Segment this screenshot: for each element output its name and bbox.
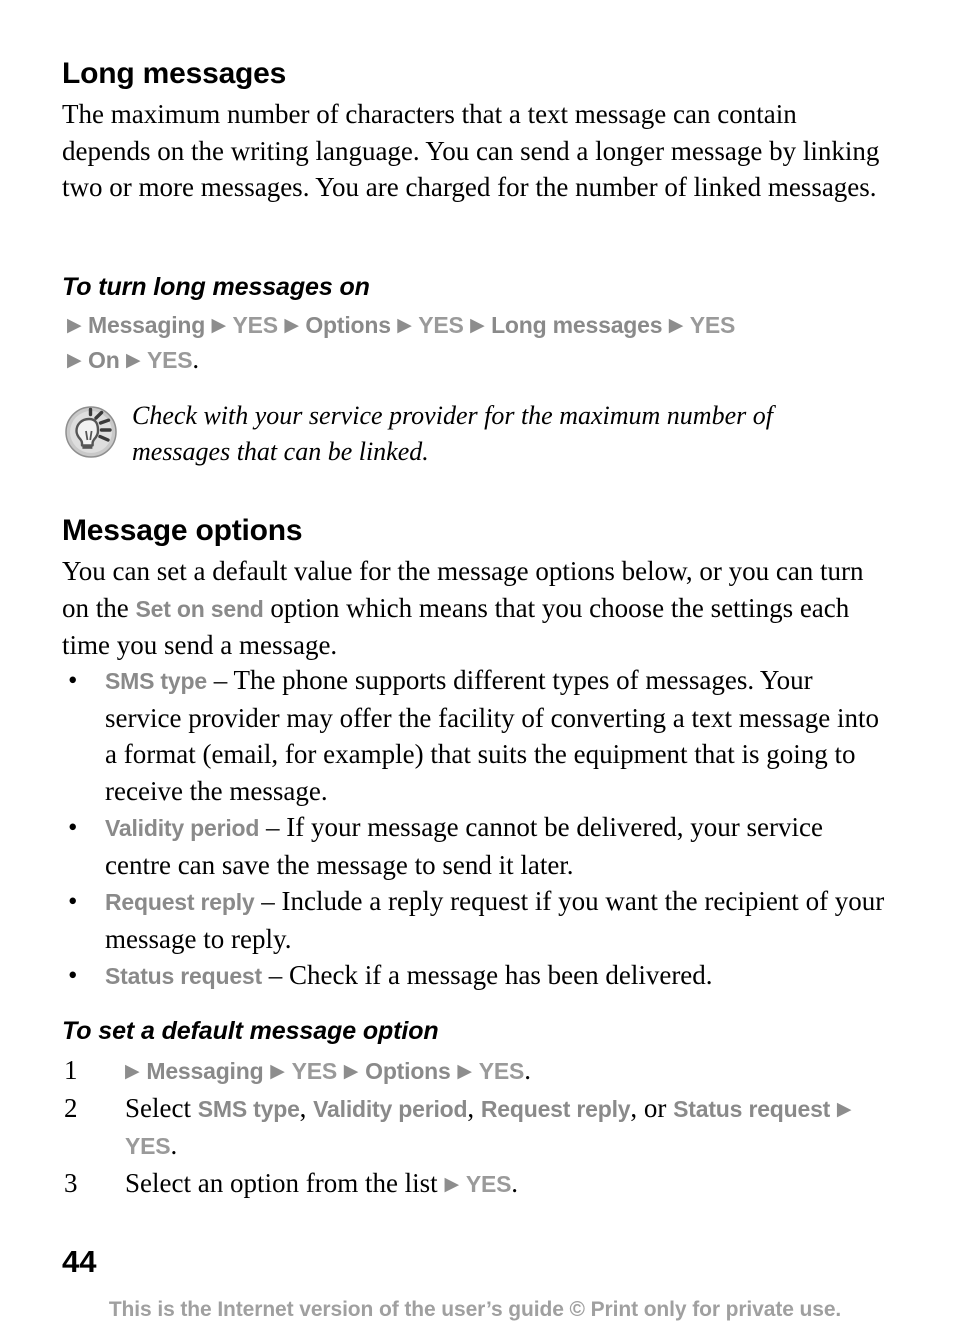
nav-path-period: . — [192, 344, 200, 374]
procedure-step: 2 Select SMS type, Validity period, Requ… — [62, 1090, 888, 1165]
procedure-step-list: 1 ▶ Messaging ▶ YES ▶ Options ▶ YES. 2 S… — [62, 1052, 888, 1202]
section-heading-long-messages: Long messages — [62, 57, 287, 90]
ui-term-sms-type: SMS type — [197, 1095, 300, 1122]
step-number: 1 — [64, 1055, 78, 1085]
ui-term-request-reply: Request reply — [480, 1095, 631, 1122]
nav-term-options: Options — [365, 1058, 451, 1084]
list-item-description: Check if a message has been delivered. — [288, 960, 713, 990]
bullet-icon: • — [68, 665, 78, 695]
procedure-step: 3 Select an option from the list ▶ YES. — [62, 1165, 888, 1203]
ui-term-set-on-send: Set on send — [135, 595, 264, 622]
ui-term-status-request: Status request — [105, 963, 262, 989]
en-dash: – — [268, 960, 283, 990]
footer-note: This is the Internet version of the user… — [108, 1298, 842, 1321]
en-dash: – — [261, 886, 275, 916]
nav-term-yes: YES — [478, 1058, 525, 1084]
list-item: • Status request – Check if a message has… — [62, 957, 888, 995]
chevron-right-icon: ▶ — [397, 314, 412, 336]
list-item: • SMS type – The phone supports different… — [62, 662, 888, 809]
page-number: 44 — [62, 1244, 97, 1279]
document-page: Long messages The maximum number of char… — [62, 0, 888, 1335]
step-period: . — [170, 1130, 178, 1160]
chevron-right-icon: ▶ — [125, 1060, 140, 1082]
chevron-right-icon: ▶ — [470, 314, 485, 336]
step-content: Select SMS type, Validity period, Reques… — [125, 1093, 852, 1161]
ui-term-validity-period: Validity period — [105, 815, 260, 841]
nav-term-yes: YES — [232, 312, 279, 338]
chevron-right-icon: ▶ — [284, 314, 299, 336]
tip-callout: Check with your service provider for the… — [62, 398, 888, 470]
chevron-right-icon: ▶ — [67, 349, 82, 371]
step-number: 2 — [64, 1092, 78, 1123]
ui-term-status-request: Status request — [673, 1095, 831, 1122]
separator: , — [467, 1092, 481, 1123]
chevron-right-icon: ▶ — [668, 314, 684, 336]
separator: , — [299, 1092, 314, 1123]
nav-path-turn-long-messages-on: ▶ Messaging ▶ YES ▶ Options ▶ YES ▶ Long… — [67, 308, 893, 377]
bullet-icon: • — [68, 960, 78, 990]
step-lead-text: Select — [125, 1092, 198, 1123]
bullet-icon: • — [68, 886, 78, 916]
ui-term-request-reply: Request reply — [105, 889, 255, 915]
nav-term-messaging: Messaging — [88, 312, 206, 338]
list-item: • Request reply – Include a reply request… — [62, 883, 888, 957]
bullet-icon: • — [68, 812, 78, 842]
chevron-right-icon: ▶ — [270, 1060, 285, 1082]
step-lead-text: Select an option from the list — [125, 1167, 445, 1198]
paragraph-long-messages: The maximum number of characters that a … — [62, 99, 880, 202]
nav-term-yes: YES — [418, 312, 464, 338]
procedure-step: 1 ▶ Messaging ▶ YES ▶ Options ▶ YES. — [62, 1052, 888, 1090]
nav-term-yes: YES — [689, 312, 736, 338]
nav-term-yes: YES — [291, 1058, 338, 1084]
en-dash: – — [213, 665, 228, 695]
procedure-heading-turn-long-messages-on: To turn long messages on — [62, 273, 370, 301]
procedure-heading-set-default-message-option: To set a default message option — [62, 1017, 439, 1045]
nav-term-yes: YES — [125, 1133, 171, 1159]
nav-term-options: Options — [305, 312, 391, 338]
lightbulb-tip-icon — [65, 406, 117, 458]
ui-term-validity-period: Validity period — [313, 1095, 468, 1122]
separator: , or — [630, 1092, 667, 1123]
tip-text: Check with your service provider for the… — [132, 401, 773, 466]
nav-term-long-messages: Long messages — [491, 312, 663, 338]
section-heading-message-options: Message options — [62, 514, 303, 547]
list-item: • Validity period – If your message canno… — [62, 809, 888, 883]
en-dash: – — [265, 812, 280, 842]
step-period: . — [511, 1167, 519, 1198]
chevron-right-icon: ▶ — [457, 1060, 472, 1082]
message-options-list: • SMS type – The phone supports different… — [62, 662, 888, 995]
chevron-right-icon: ▶ — [836, 1097, 852, 1120]
paragraph-message-options-intro: You can set a default value for the mess… — [62, 553, 888, 664]
step-content: ▶ Messaging ▶ YES ▶ Options ▶ YES. — [125, 1055, 531, 1085]
chevron-right-icon: ▶ — [67, 314, 82, 336]
nav-term-messaging: Messaging — [146, 1058, 264, 1084]
chevron-right-icon: ▶ — [211, 314, 227, 336]
chevron-right-icon: ▶ — [343, 1060, 359, 1082]
nav-term-on: On — [88, 347, 120, 373]
chevron-right-icon: ▶ — [444, 1172, 460, 1195]
step-period: . — [524, 1055, 531, 1085]
ui-term-sms-type: SMS type — [105, 668, 207, 694]
step-content: Select an option from the list ▶ YES. — [125, 1168, 518, 1198]
step-number: 3 — [64, 1167, 78, 1198]
nav-term-yes: YES — [465, 1170, 512, 1197]
chevron-right-icon: ▶ — [125, 349, 141, 371]
nav-term-yes: YES — [146, 347, 193, 373]
